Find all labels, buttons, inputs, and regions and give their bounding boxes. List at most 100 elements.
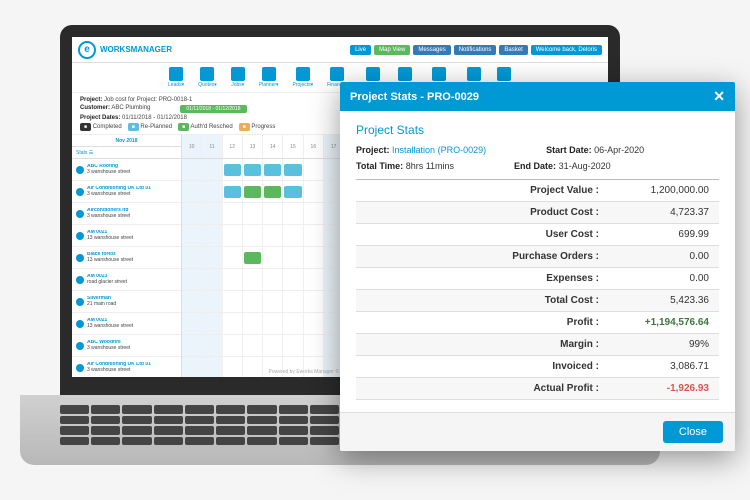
gantt-block[interactable]	[224, 164, 241, 176]
gantt-cell[interactable]	[202, 181, 222, 202]
gantt-cell[interactable]	[182, 313, 202, 334]
gantt-cell[interactable]	[243, 203, 263, 224]
gantt-cell[interactable]	[223, 159, 243, 180]
gantt-cell[interactable]	[304, 269, 324, 290]
task-row[interactable]: Black forest13 wanshouse street	[72, 247, 181, 269]
gantt-cell[interactable]	[263, 225, 283, 246]
gantt-cell[interactable]	[283, 269, 303, 290]
gantt-cell[interactable]	[243, 225, 263, 246]
gantt-cell[interactable]	[283, 225, 303, 246]
gantt-cell[interactable]	[263, 159, 283, 180]
gantt-cell[interactable]	[182, 181, 202, 202]
gantt-cell[interactable]	[304, 335, 324, 356]
gantt-cell[interactable]	[223, 335, 243, 356]
gantt-cell[interactable]	[202, 379, 222, 383]
gantt-cell[interactable]	[202, 269, 222, 290]
nav-quotes[interactable]: Quotes▾	[198, 67, 217, 88]
header-button-welcome-back-deloris[interactable]: Welcome back, Deloris	[531, 45, 602, 55]
gantt-cell[interactable]	[223, 291, 243, 312]
gantt-cell[interactable]	[263, 379, 283, 383]
gantt-cell[interactable]	[283, 203, 303, 224]
gantt-cell[interactable]	[243, 379, 263, 383]
gantt-cell[interactable]	[223, 203, 243, 224]
task-row[interactable]: ABC Woodfire3 wanshouse street	[72, 335, 181, 357]
gantt-cell[interactable]	[304, 203, 324, 224]
gantt-block[interactable]	[284, 186, 301, 198]
task-row[interactable]: Schedulable3 wanshouse street	[72, 379, 181, 383]
close-icon[interactable]: ✕	[713, 88, 725, 105]
gantt-cell[interactable]	[182, 291, 202, 312]
gantt-cell[interactable]	[182, 225, 202, 246]
nav-jobs[interactable]: Jobs▾	[231, 67, 245, 88]
header-button-messages[interactable]: Messages	[413, 45, 450, 55]
gantt-cell[interactable]	[243, 313, 263, 334]
gantt-cell[interactable]	[263, 181, 283, 202]
header-button-notifications[interactable]: Notifications	[454, 45, 497, 55]
gantt-cell[interactable]	[182, 159, 202, 180]
task-row[interactable]: ABC Roofing3 wanshouse street	[72, 159, 181, 181]
gantt-cell[interactable]	[283, 379, 303, 383]
gantt-cell[interactable]	[283, 313, 303, 334]
gantt-cell[interactable]	[182, 379, 202, 383]
gantt-cell[interactable]	[223, 269, 243, 290]
gantt-cell[interactable]	[223, 225, 243, 246]
gantt-cell[interactable]	[202, 203, 222, 224]
gantt-cell[interactable]	[223, 379, 243, 383]
gantt-cell[interactable]	[202, 313, 222, 334]
header-button-map-view[interactable]: Map View	[374, 45, 410, 55]
gantt-cell[interactable]	[263, 269, 283, 290]
gantt-cell[interactable]	[182, 335, 202, 356]
modal-project-name[interactable]: Installation	[392, 145, 435, 155]
gantt-cell[interactable]	[283, 291, 303, 312]
task-row[interactable]: AM 0023road glacier street	[72, 269, 181, 291]
task-row[interactable]: Air Conditioning UK Ltd 013 wanshouse st…	[72, 357, 181, 379]
gantt-cell[interactable]	[304, 291, 324, 312]
gantt-cell[interactable]	[304, 225, 324, 246]
gantt-cell[interactable]	[243, 335, 263, 356]
gantt-block[interactable]	[244, 164, 261, 176]
gantt-cell[interactable]	[223, 247, 243, 268]
gantt-cell[interactable]	[283, 181, 303, 202]
gantt-block[interactable]	[224, 186, 241, 198]
gantt-cell[interactable]	[182, 203, 202, 224]
task-row[interactable]: AM 002113 wanshouse street	[72, 313, 181, 335]
gantt-cell[interactable]	[263, 335, 283, 356]
gantt-cell[interactable]	[223, 313, 243, 334]
gantt-cell[interactable]	[202, 225, 222, 246]
gantt-block[interactable]	[244, 186, 261, 198]
gantt-cell[interactable]	[304, 159, 324, 180]
nav-projects[interactable]: Projects▾	[293, 67, 314, 88]
gantt-cell[interactable]	[243, 159, 263, 180]
header-button-live[interactable]: Live	[350, 45, 371, 55]
gantt-cell[interactable]	[263, 313, 283, 334]
gantt-cell[interactable]	[202, 291, 222, 312]
gantt-cell[interactable]	[243, 291, 263, 312]
gantt-cell[interactable]	[182, 269, 202, 290]
gantt-cell[interactable]	[304, 313, 324, 334]
gantt-cell[interactable]	[263, 291, 283, 312]
gantt-cell[interactable]	[304, 247, 324, 268]
gantt-cell[interactable]	[202, 247, 222, 268]
gantt-cell[interactable]	[182, 247, 202, 268]
date-range-pill[interactable]: 01/11/2018 - 01/12/2018	[180, 105, 246, 113]
gantt-block[interactable]	[284, 164, 301, 176]
gantt-cell[interactable]	[202, 159, 222, 180]
header-button-basket[interactable]: Basket	[499, 45, 527, 55]
gantt-cell[interactable]	[263, 203, 283, 224]
gantt-cell[interactable]	[243, 181, 263, 202]
gantt-cell[interactable]	[263, 247, 283, 268]
gantt-cell[interactable]	[283, 335, 303, 356]
gantt-cell[interactable]	[283, 247, 303, 268]
task-row[interactable]: Silverman21 main road	[72, 291, 181, 313]
gantt-block[interactable]	[264, 186, 281, 198]
gantt-cell[interactable]	[243, 269, 263, 290]
gantt-cell[interactable]	[304, 181, 324, 202]
gantt-cell[interactable]	[304, 379, 324, 383]
gantt-cell[interactable]	[223, 181, 243, 202]
nav-leads[interactable]: Leads▾	[168, 67, 184, 88]
close-button[interactable]: Close	[663, 421, 723, 443]
gantt-cell[interactable]	[243, 247, 263, 268]
task-row[interactable]: Air Conditioning UK Ltd 013 wanshouse st…	[72, 181, 181, 203]
gantt-cell[interactable]	[283, 159, 303, 180]
nav-planner[interactable]: Planner▾	[259, 67, 279, 88]
